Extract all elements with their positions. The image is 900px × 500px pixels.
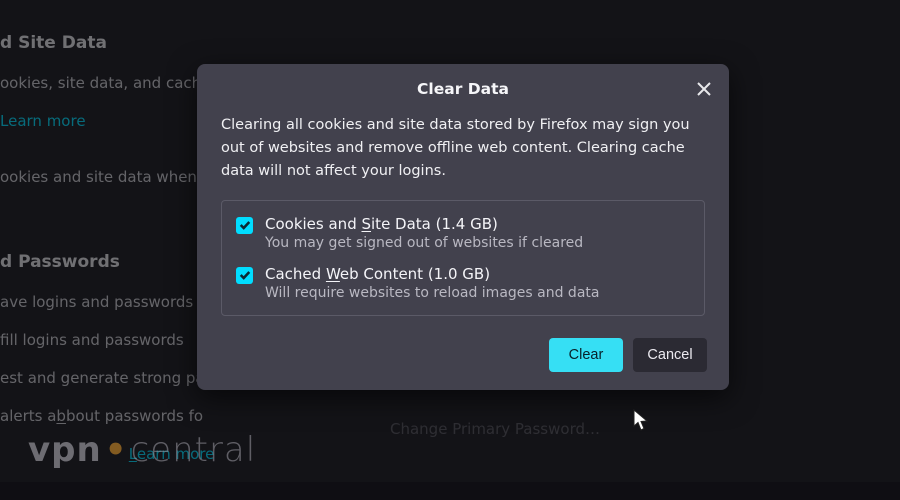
dialog-title: Clear Data <box>417 80 509 98</box>
dialog-description: Clearing all cookies and site data store… <box>221 114 705 184</box>
option-cached-web-content: Cached Web Content (1.0 GB) Will require… <box>236 265 690 301</box>
close-button[interactable] <box>689 74 719 104</box>
clear-button[interactable]: Clear <box>549 338 623 372</box>
checkmark-icon <box>239 269 251 281</box>
checkmark-icon <box>239 219 251 231</box>
clear-data-dialog: Clear Data Clearing all cookies and site… <box>197 64 729 390</box>
checkbox-cache[interactable] <box>236 267 253 284</box>
bottom-strip <box>0 482 900 500</box>
option-label: Cookies and Site Data (1.4 GB) <box>265 215 583 233</box>
option-description: Will require websites to reload images a… <box>265 285 599 301</box>
option-cookies-site-data: Cookies and Site Data (1.4 GB) You may g… <box>236 215 690 251</box>
checkbox-cookies[interactable] <box>236 217 253 234</box>
options-group: Cookies and Site Data (1.4 GB) You may g… <box>221 200 705 316</box>
option-label: Cached Web Content (1.0 GB) <box>265 265 599 283</box>
watermark: vpn•central <box>28 430 256 470</box>
dialog-header: Clear Data <box>197 64 729 114</box>
close-icon <box>697 82 711 96</box>
cancel-button[interactable]: Cancel <box>633 338 707 372</box>
dialog-footer: Clear Cancel <box>197 324 729 390</box>
option-description: You may get signed out of websites if cl… <box>265 235 583 251</box>
